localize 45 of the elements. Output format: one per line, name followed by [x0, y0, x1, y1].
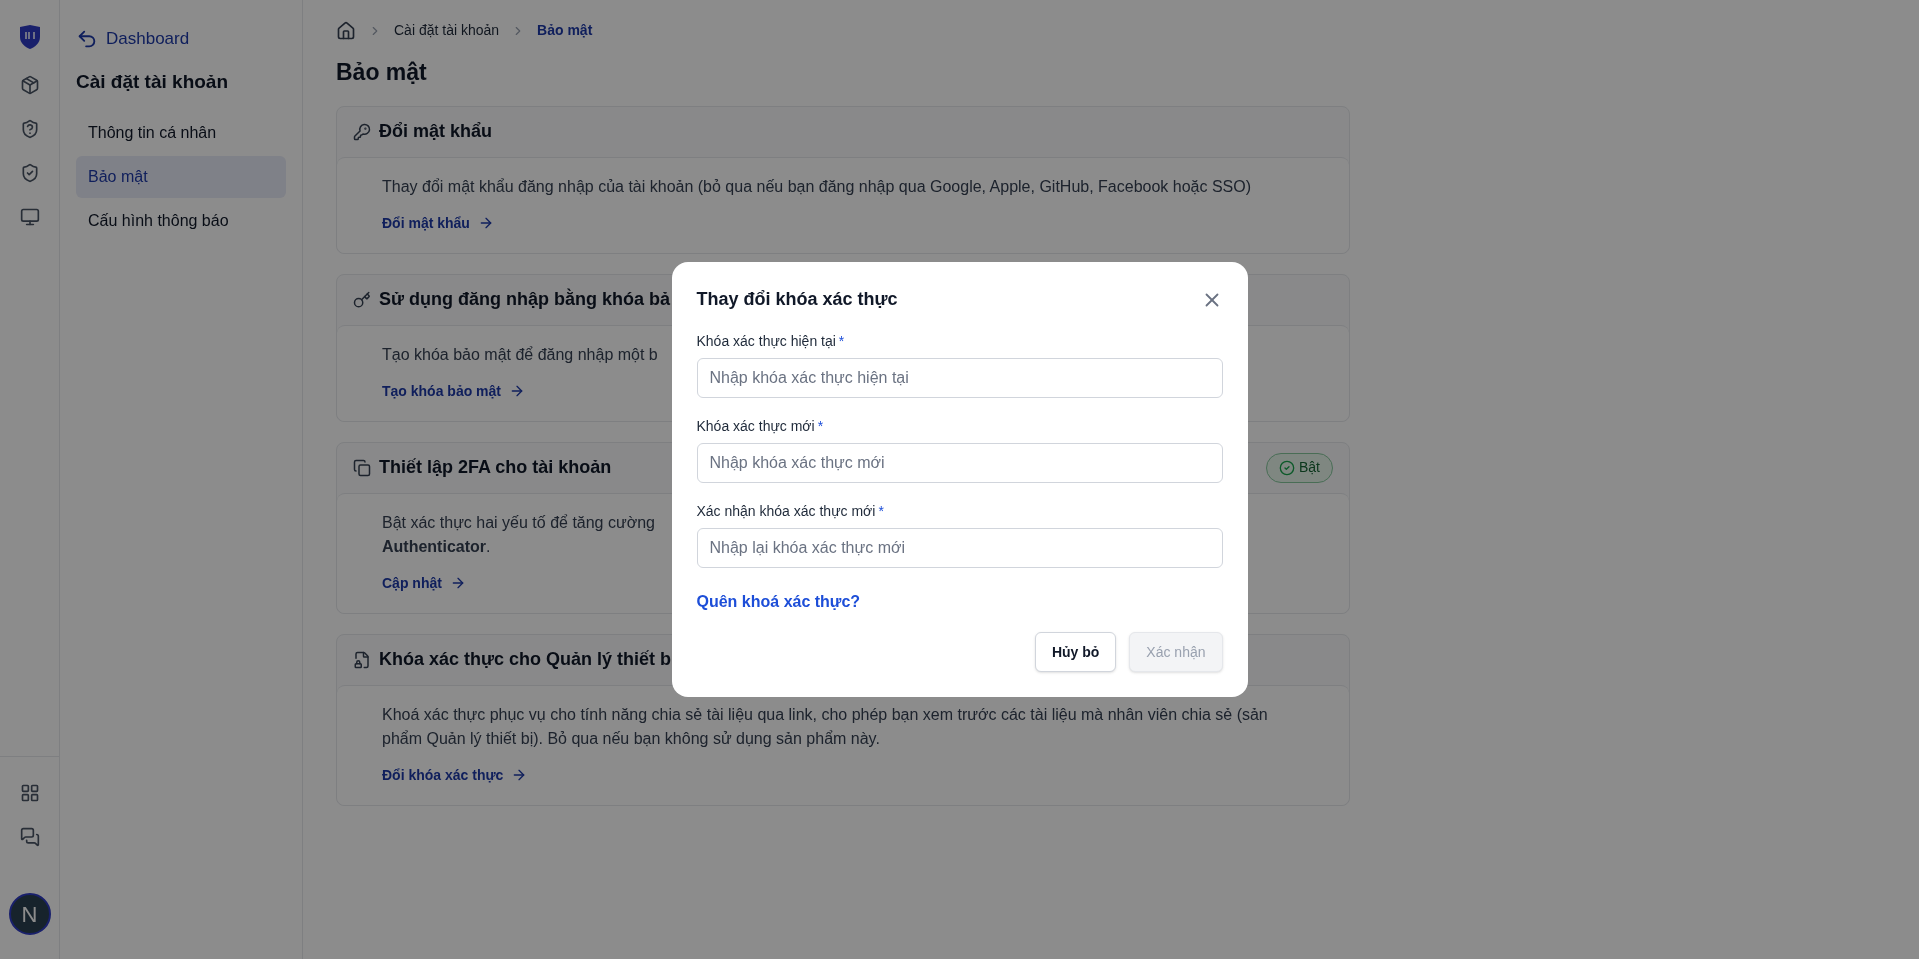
input-field[interactable]: Nhập khóa xác thực mới [696, 443, 1223, 483]
breadcrumb-item[interactable]: Cài đặt tài khoản [394, 20, 500, 41]
file-lock-icon [353, 650, 371, 669]
sidebar-item[interactable]: Bảo mật [76, 156, 286, 198]
card-title: Thiết lập 2FA cho tài khoản [379, 456, 612, 479]
card-description: Thay đổi mật khẩu đăng nhập của tài khoản (bỏ qua nếu bạn đăng nhập qua Google, Apple, GitHub, Facebook hoặc SSO) [382, 176, 1252, 197]
card-title: Đổi mật khẩu [379, 120, 493, 143]
grid-icon[interactable] [19, 783, 40, 803]
card-link[interactable]: Đổi khóa xác thực [382, 764, 528, 786]
card-description: Bật xác thực hai yếu tố để tăng cường [382, 512, 655, 533]
cancel-button[interactable]: Hủy bỏ [1034, 632, 1117, 672]
card-link[interactable]: Tạo khóa bảo mật [382, 380, 526, 402]
sidebar-item[interactable]: Cấu hình thông báo [76, 200, 286, 242]
sidebar-title: Cài đặt tài khoản [76, 69, 230, 94]
status-badge: Bật [1266, 452, 1333, 483]
dialog-title: Thay đổi khóa xác thực [696, 288, 898, 311]
page-title: Bảo mật [336, 58, 428, 87]
key-icon [353, 290, 371, 309]
card-description: Khoá xác thực phục vụ cho tính năng chia sẻ tài liệu qua link, cho phép bạn xem trước các tài liệu mà nhân viên chia sẻ (sản phẩm Quản lý thiết bị). Bỏ qua nếu bạn không sử dụng sản phẩm này. [382, 704, 1269, 749]
card-description: Authenticator. [382, 536, 491, 557]
card-link[interactable]: Cập nhật [382, 572, 466, 594]
input-field[interactable]: Nhập lại khóa xác thực mới [696, 528, 1223, 568]
shield-logo-icon[interactable] [18, 24, 41, 50]
copy-icon [353, 458, 371, 477]
key-icon [353, 122, 371, 141]
monitor-icon[interactable] [19, 207, 40, 227]
back-link[interactable]: Dashboard [76, 26, 286, 52]
check-circle-icon [1279, 459, 1295, 476]
card-description: Tạo khóa bảo mật để đăng nhập một b [382, 344, 658, 365]
forgot-key-link[interactable]: Quên khoá xác thực? [696, 590, 861, 614]
field-label: Xác nhận khóa xác thực mới [696, 502, 876, 521]
field-label: Khóa xác thực hiện tại [696, 332, 836, 351]
user-avatar[interactable]: N [8, 893, 51, 935]
chat-icon[interactable] [19, 827, 40, 847]
breadcrumb-item: Bảo mật [537, 21, 593, 40]
home-icon[interactable] [336, 20, 356, 41]
card-title: Khóa xác thực cho Quản lý thiết b [379, 648, 672, 671]
required-asterisk: * [838, 332, 845, 351]
card-title: Sử dụng đăng nhập bằng khóa bả [379, 287, 671, 311]
required-asterisk: * [878, 502, 884, 521]
input-field[interactable]: Nhập khóa xác thực hiện tại [696, 358, 1223, 398]
card-link[interactable]: Đổi mật khẩu [382, 212, 494, 234]
field-label: Khóa xác thực mới [696, 417, 815, 436]
sidebar-item[interactable]: Thông tin cá nhân [76, 112, 286, 154]
required-asterisk: * [817, 417, 824, 436]
